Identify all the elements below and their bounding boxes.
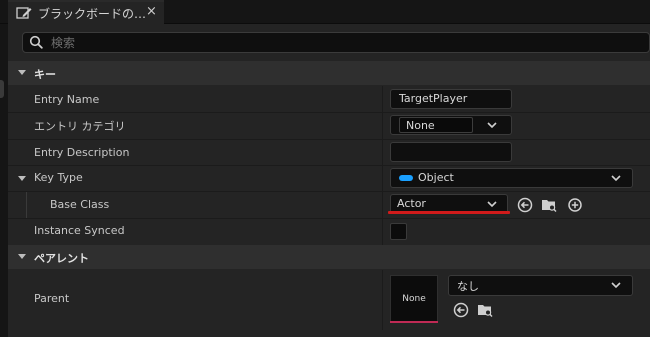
parent-label: Parent bbox=[34, 292, 70, 305]
collapse-arrow-icon[interactable] bbox=[18, 70, 26, 75]
tab-blackboard[interactable]: ブラックボードの… × bbox=[8, 0, 164, 24]
entry-category-combo[interactable]: None bbox=[390, 115, 512, 135]
thumbnail-color-bar bbox=[390, 321, 438, 323]
indent-guide bbox=[26, 192, 27, 218]
base-class-value: Actor bbox=[397, 197, 426, 210]
entry-name-field[interactable]: TargetPlayer bbox=[390, 89, 512, 109]
collapse-arrow-icon[interactable] bbox=[18, 254, 26, 259]
row-entry-name: Entry Name bbox=[8, 86, 650, 112]
category-keys[interactable]: キー bbox=[8, 61, 650, 85]
parent-asset-combo[interactable]: なし bbox=[448, 275, 633, 296]
left-gutter bbox=[0, 24, 8, 337]
entry-category-text-box[interactable]: None bbox=[399, 117, 473, 133]
object-type-pill-icon bbox=[399, 175, 413, 181]
search-input[interactable] bbox=[51, 34, 631, 51]
entry-description-field[interactable] bbox=[390, 142, 512, 162]
entry-category-label: エントリ カテゴリ bbox=[34, 120, 126, 133]
arrow-left-circle-icon[interactable] bbox=[452, 301, 470, 319]
instance-synced-label: Instance Synced bbox=[34, 224, 125, 237]
entry-name-value: TargetPlayer bbox=[399, 92, 468, 105]
base-class-label: Base Class bbox=[50, 198, 110, 211]
category-label: キー bbox=[34, 68, 56, 81]
category-parent[interactable]: ペアレント bbox=[8, 245, 650, 269]
row-entry-description: Entry Description bbox=[8, 140, 650, 166]
highlight-underline bbox=[388, 211, 510, 214]
entry-category-value: None bbox=[406, 119, 435, 132]
column-divider[interactable] bbox=[382, 270, 383, 330]
key-type-label: Key Type bbox=[34, 171, 83, 184]
arrow-left-circle-icon[interactable] bbox=[516, 196, 534, 214]
instance-synced-checkbox[interactable] bbox=[390, 223, 407, 240]
tab-close-button[interactable]: × bbox=[146, 4, 157, 19]
folder-search-icon[interactable] bbox=[540, 196, 558, 214]
category-label: ペアレント bbox=[34, 252, 89, 265]
tab-title: ブラックボードの… bbox=[38, 7, 147, 21]
entry-description-label: Entry Description bbox=[34, 146, 130, 159]
search-box[interactable] bbox=[22, 32, 650, 53]
folder-search-icon[interactable] bbox=[476, 301, 494, 319]
chevron-down-icon bbox=[611, 280, 621, 290]
row-instance-synced: Instance Synced bbox=[8, 219, 650, 245]
chevron-down-icon bbox=[611, 173, 621, 183]
splitter-handle[interactable] bbox=[0, 80, 4, 98]
thumbnail-label: None bbox=[402, 294, 426, 304]
plus-circle-icon[interactable] bbox=[566, 196, 584, 214]
row-entry-category: エントリ カテゴリ bbox=[8, 113, 650, 139]
entry-name-label: Entry Name bbox=[34, 93, 100, 106]
column-divider[interactable] bbox=[382, 86, 383, 245]
search-icon bbox=[29, 35, 43, 49]
chevron-down-icon bbox=[487, 120, 497, 130]
blackboard-edit-icon bbox=[16, 6, 32, 20]
key-type-combo[interactable]: Object bbox=[390, 168, 633, 188]
key-type-value: Object bbox=[418, 171, 454, 184]
chevron-down-icon bbox=[487, 199, 497, 209]
key-type-expand-arrow-icon[interactable] bbox=[18, 176, 26, 181]
parent-value: なし bbox=[457, 280, 479, 293]
